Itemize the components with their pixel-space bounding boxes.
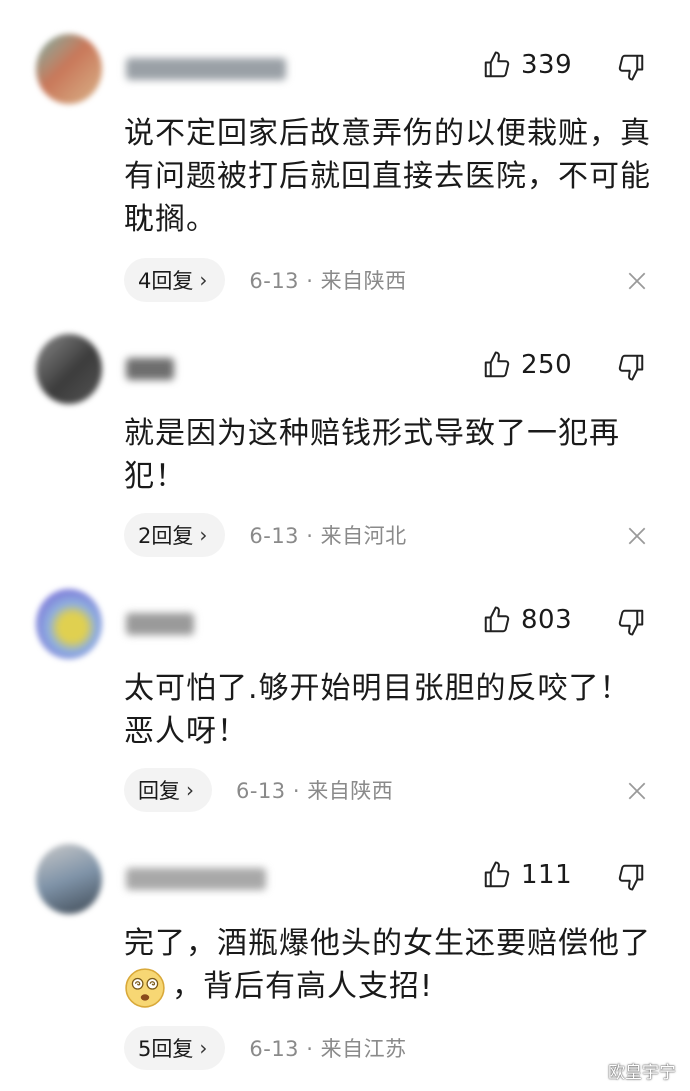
avatar[interactable]	[36, 34, 102, 104]
thumbs-up-icon	[484, 351, 510, 378]
comment-footer: 4回复 › 6-13 · 来自陕西	[124, 258, 407, 302]
comment-date: 6-13	[249, 524, 300, 548]
thumbs-up-icon	[484, 51, 510, 78]
watermark: 欧皇宇宁	[608, 1063, 676, 1083]
comment-text: 说不定回家后故意弄伤的以便栽赃，真有问题被打后就回直接去医院，不可能耽搁。	[124, 116, 651, 237]
meta-separator: ·	[306, 269, 314, 293]
meta-separator: ·	[292, 779, 301, 803]
avatar[interactable]	[36, 334, 102, 404]
thumbs-down-icon[interactable]	[616, 862, 646, 892]
chevron-right-icon: ›	[186, 778, 194, 802]
like-button[interactable]: 803	[482, 605, 572, 635]
comment-footer: 回复 › 6-13 · 来自陕西	[124, 768, 393, 812]
comment-meta: 6-13 · 来自江苏	[249, 1033, 406, 1063]
like-count: 339	[521, 50, 573, 80]
reply-label: 4回复	[138, 269, 194, 293]
thumbs-down-icon[interactable]	[616, 607, 646, 637]
comment-meta: 6-13 · 来自陕西	[249, 265, 406, 295]
avatar[interactable]	[36, 589, 102, 659]
comment-item: 339 说不定回家后故意弄伤的以便栽赃，真有问题被打后就回直接去医院，不可能耽搁…	[0, 0, 690, 302]
chevron-right-icon: ›	[199, 268, 208, 292]
username-blurred[interactable]	[126, 613, 194, 635]
comment-meta: 6-13 · 来自陕西	[236, 775, 393, 805]
meta-separator: ·	[306, 524, 314, 548]
comment-item: 111 完了，酒瓶爆他头的女生还要赔偿他了 ，背后有高人支招! 5回复 › 6-…	[0, 810, 690, 1091]
comment-text: 就是因为这种赔钱形式导致了一犯再犯！	[124, 416, 620, 494]
comment-date: 6-13	[249, 1037, 300, 1061]
like-button[interactable]: 111	[482, 860, 572, 890]
like-count: 250	[521, 350, 573, 380]
thumbs-down-icon[interactable]	[616, 52, 646, 82]
chevron-right-icon: ›	[199, 523, 208, 547]
comment-text-part2: ，背后有高人支招!	[172, 969, 434, 1004]
username-blurred[interactable]	[126, 358, 174, 380]
like-count: 803	[521, 605, 573, 635]
comment-footer: 5回复 › 6-13 · 来自江苏	[124, 1026, 407, 1070]
close-icon[interactable]	[626, 780, 648, 802]
comment-text: 太可怕了.够开始明目张胆的反咬了！恶人呀！	[124, 671, 631, 749]
comment-meta: 6-13 · 来自河北	[249, 520, 406, 550]
thumbs-up-icon	[484, 861, 510, 888]
comment-location: 来自陕西	[307, 779, 394, 803]
close-icon[interactable]	[626, 270, 648, 292]
reply-button[interactable]: 回复 ›	[124, 768, 212, 812]
username-blurred[interactable]	[126, 868, 266, 890]
username-blurred[interactable]	[126, 58, 286, 80]
comment-date: 6-13	[236, 779, 286, 803]
reply-label: 回复	[138, 779, 180, 803]
like-button[interactable]: 250	[482, 350, 572, 380]
like-button[interactable]: 339	[482, 50, 572, 80]
close-icon[interactable]	[626, 525, 648, 547]
reply-button[interactable]: 2回复 ›	[124, 513, 226, 557]
thumbs-down-icon[interactable]	[616, 352, 646, 382]
like-count: 111	[521, 860, 573, 890]
comment-location: 来自江苏	[320, 1037, 407, 1061]
dizzy-face-emoji-icon	[125, 967, 165, 1008]
reply-label: 2回复	[138, 524, 194, 548]
comment-location: 来自河北	[320, 524, 407, 548]
avatar[interactable]	[36, 844, 102, 914]
comment-text-part1: 完了，酒瓶爆他头的女生还要赔偿他了	[124, 926, 651, 961]
chevron-right-icon: ›	[199, 1036, 208, 1060]
comment-item: 250 就是因为这种赔钱形式导致了一犯再犯！ 2回复 › 6-13 · 来自河北	[0, 300, 690, 557]
thumbs-up-icon	[484, 606, 510, 633]
comment-footer: 2回复 › 6-13 · 来自河北	[124, 513, 407, 557]
comment-item: 803 太可怕了.够开始明目张胆的反咬了！恶人呀！ 回复 › 6-13 · 来自…	[0, 555, 690, 812]
reply-button[interactable]: 5回复 ›	[124, 1026, 226, 1070]
meta-separator: ·	[306, 1037, 314, 1061]
comment-text: 完了，酒瓶爆他头的女生还要赔偿他了 ，背后有高人支招!	[124, 922, 654, 1009]
comment-location: 来自陕西	[320, 269, 407, 293]
reply-label: 5回复	[138, 1037, 194, 1061]
reply-button[interactable]: 4回复 ›	[124, 258, 226, 302]
comment-date: 6-13	[249, 269, 300, 293]
